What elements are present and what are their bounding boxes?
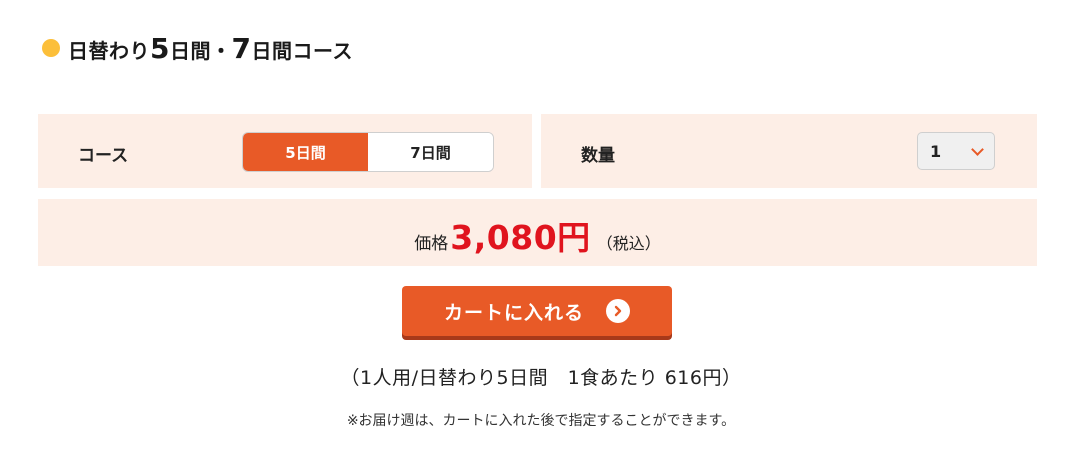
section-heading: 日替わり5日間・7日間コース: [42, 30, 353, 66]
course-option-7days[interactable]: 7日間: [368, 133, 493, 171]
tax-note: （税込）: [596, 234, 661, 253]
add-to-cart-button[interactable]: カートに入れる: [402, 286, 672, 336]
chevron-down-icon: [971, 142, 984, 156]
course-title: 日替わり5日間・7日間コース: [68, 31, 353, 65]
chevron-right-circle-icon: [606, 299, 630, 323]
quantity-label: 数量: [581, 146, 615, 166]
course-label: コース: [78, 146, 129, 166]
delivery-note: ※お届け週は、カートに入れた後で指定することができます。: [346, 413, 736, 429]
price-panel: 価格 3,080円 （税込）: [38, 199, 1037, 266]
add-to-cart-label: カートに入れる: [443, 301, 584, 324]
quantity-select[interactable]: 1: [917, 132, 995, 170]
price-value: 3,080円: [450, 218, 591, 257]
course-panel: コース 5日間 7日間: [38, 114, 532, 188]
quantity-panel: 数量 1: [541, 114, 1037, 188]
quantity-value: 1: [930, 141, 942, 161]
bullet-dot-icon: [42, 39, 60, 57]
per-meal-note: （1人用/日替わり5日間 1食あたり 616円）: [340, 367, 742, 389]
price-label: 価格: [414, 234, 449, 254]
course-selector: 5日間 7日間: [242, 132, 494, 172]
course-option-5days[interactable]: 5日間: [243, 133, 368, 171]
